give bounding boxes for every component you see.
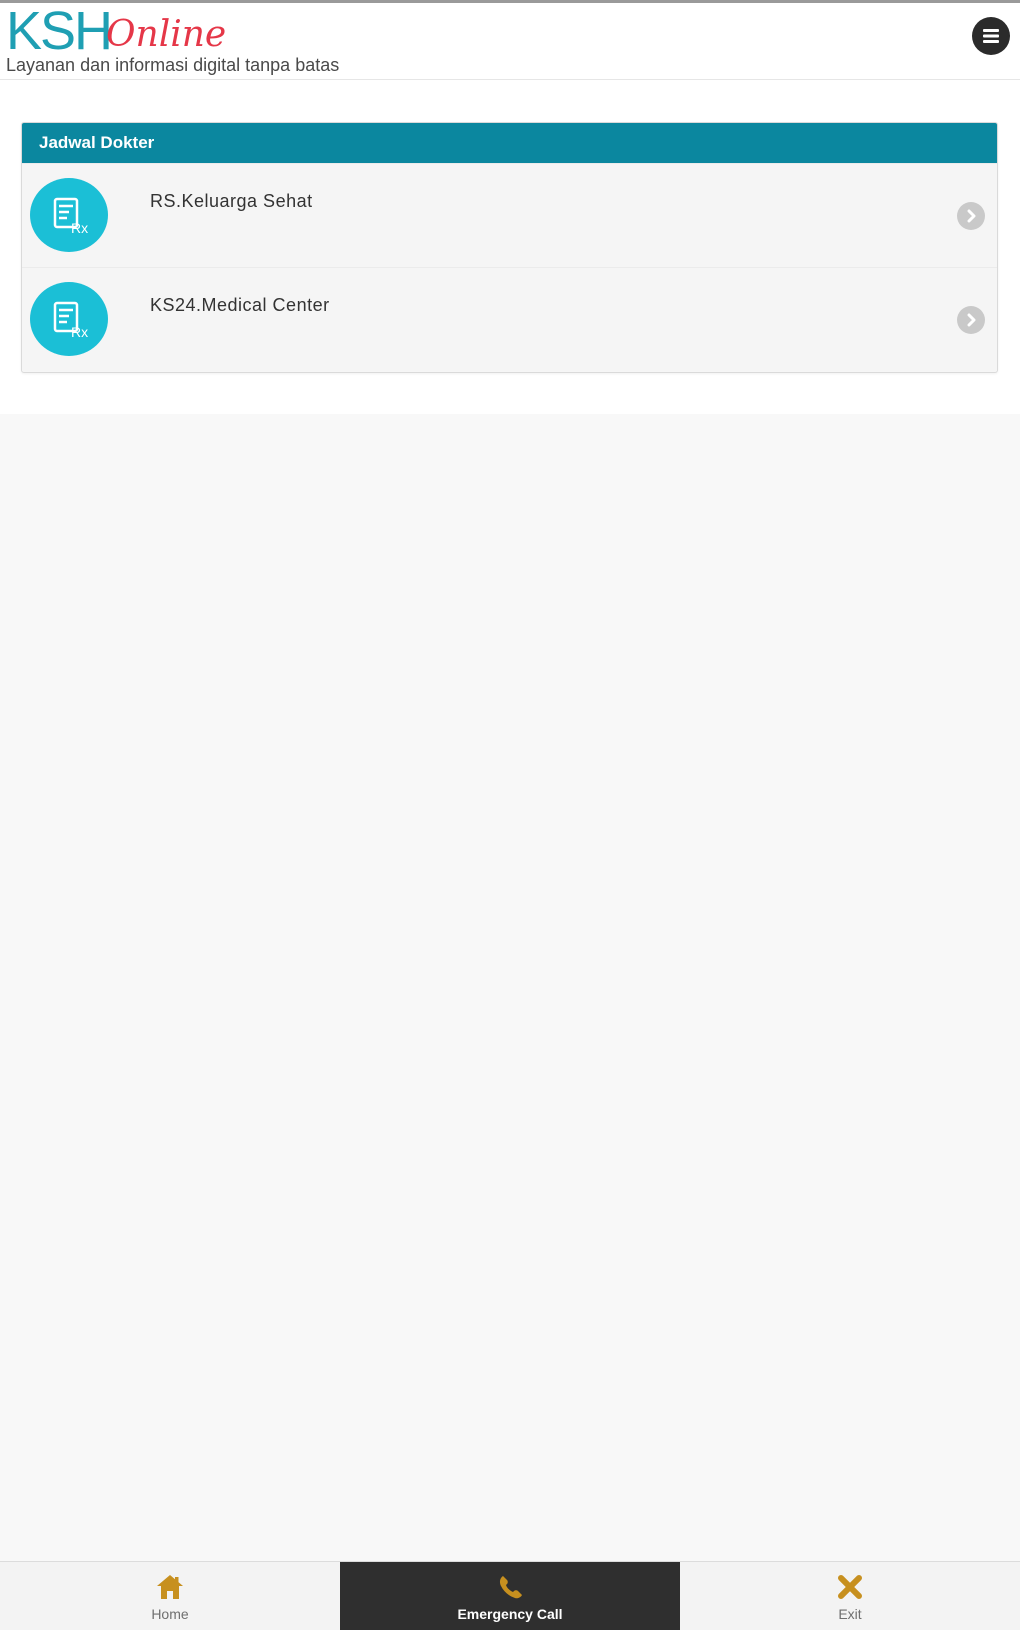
prescription-icon: Rx (30, 178, 108, 252)
bottom-nav: Home Emergency Call Exit (0, 1561, 1020, 1630)
phone-icon (499, 1576, 522, 1599)
svg-text:Rx: Rx (71, 220, 88, 235)
hamburger-icon (983, 29, 999, 43)
nav-emergency-call-button[interactable]: Emergency Call (340, 1562, 680, 1630)
prescription-icon: Rx (30, 282, 108, 356)
home-icon (157, 1575, 183, 1599)
logo-tagline: Layanan dan informasi digital tanpa bata… (6, 55, 340, 75)
svg-text:Rx: Rx (71, 324, 88, 339)
logo[interactable]: KSH Online Layanan dan informasi digital… (6, 1, 426, 77)
list-item[interactable]: Rx KS24.Medical Center (22, 267, 997, 371)
main-content: Jadwal Dokter Rx RS.Keluarga Sehat Rx KS… (0, 80, 1020, 414)
close-icon (838, 1575, 862, 1599)
nav-home-label: Home (151, 1606, 189, 1622)
nav-exit-label: Exit (838, 1606, 862, 1622)
menu-button[interactable] (972, 17, 1010, 55)
logo-online-text: Online (106, 14, 227, 55)
nav-emergency-call-label: Emergency Call (457, 1606, 563, 1622)
doctor-schedule-panel: Jadwal Dokter Rx RS.Keluarga Sehat Rx KS… (21, 122, 998, 373)
app-page: KSH Online Layanan dan informasi digital… (0, 0, 1020, 1630)
panel-title: Jadwal Dokter (22, 123, 997, 163)
chevron-right-icon (957, 306, 985, 334)
nav-exit-button[interactable]: Exit (680, 1562, 1020, 1630)
list-item[interactable]: Rx RS.Keluarga Sehat (22, 163, 997, 267)
chevron-right-icon (957, 202, 985, 230)
nav-home-button[interactable]: Home (0, 1562, 340, 1630)
list-item-title: RS.Keluarga Sehat (150, 191, 313, 211)
logo-ksh-text: KSH (6, 1, 113, 61)
list-item-title: KS24.Medical Center (150, 295, 330, 315)
app-header: KSH Online Layanan dan informasi digital… (0, 0, 1020, 80)
